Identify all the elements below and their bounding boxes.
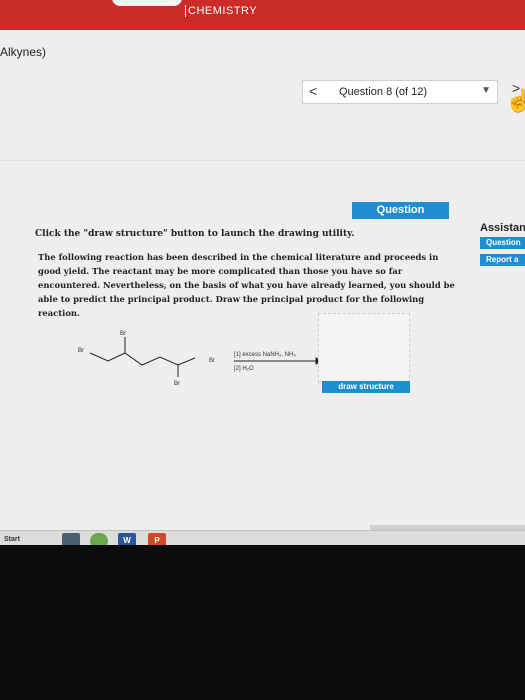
reaction-scheme: Br Br Br Br [1] excess NaNH₂, NH₃ [2] H₂… bbox=[78, 331, 324, 387]
atom-label-br: Br bbox=[209, 358, 215, 364]
reagent-step-1: [1] excess NaNH₂, NH₃ bbox=[234, 352, 296, 358]
assistance-question-button[interactable]: Question bbox=[480, 237, 525, 249]
monitor-bezel bbox=[0, 550, 525, 700]
divider bbox=[0, 160, 525, 161]
chapter-breadcrumb: Alkynes) bbox=[0, 45, 47, 59]
start-button[interactable]: Start bbox=[0, 536, 20, 543]
answer-canvas[interactable] bbox=[318, 313, 410, 383]
question-dropdown-icon[interactable]: ▼ bbox=[481, 85, 491, 96]
taskbar: Start W P bbox=[0, 530, 525, 545]
app-header: CHEMISTRY bbox=[0, 0, 525, 30]
previous-question-button[interactable]: < bbox=[309, 83, 317, 99]
browser-icon[interactable] bbox=[90, 533, 108, 545]
atom-label-br: Br bbox=[78, 348, 84, 354]
atom-label-br: Br bbox=[120, 331, 126, 337]
tab-question[interactable]: Question bbox=[352, 202, 449, 219]
question-navigator[interactable]: < Question 8 (of 12) ▼ bbox=[302, 80, 498, 104]
atom-label-br: Br bbox=[174, 381, 180, 387]
assistance-title: Assistance bbox=[480, 222, 525, 234]
reactant-skeleton bbox=[89, 352, 196, 366]
reagent-step-2: [2] H₂O bbox=[234, 366, 254, 372]
subject-title: CHEMISTRY bbox=[185, 5, 257, 17]
assistance-report-button[interactable]: Report a bbox=[480, 254, 525, 266]
question-text: The following reaction has been describe… bbox=[38, 252, 455, 318]
hand-cursor-icon: ☝ bbox=[505, 88, 525, 113]
word-icon[interactable]: W bbox=[118, 533, 136, 545]
draw-structure-button[interactable]: draw structure bbox=[322, 381, 410, 393]
powerpoint-icon[interactable]: P bbox=[148, 533, 166, 545]
question-number-label: Question 8 (of 12) bbox=[339, 86, 428, 98]
instruction-text: Click the "draw structure" button to lau… bbox=[35, 229, 355, 239]
browser-screen: CHEMISTRY Alkynes) < Question 8 (of 12) … bbox=[0, 0, 525, 545]
window-icon[interactable] bbox=[62, 533, 80, 545]
brand-logo bbox=[112, 0, 182, 6]
